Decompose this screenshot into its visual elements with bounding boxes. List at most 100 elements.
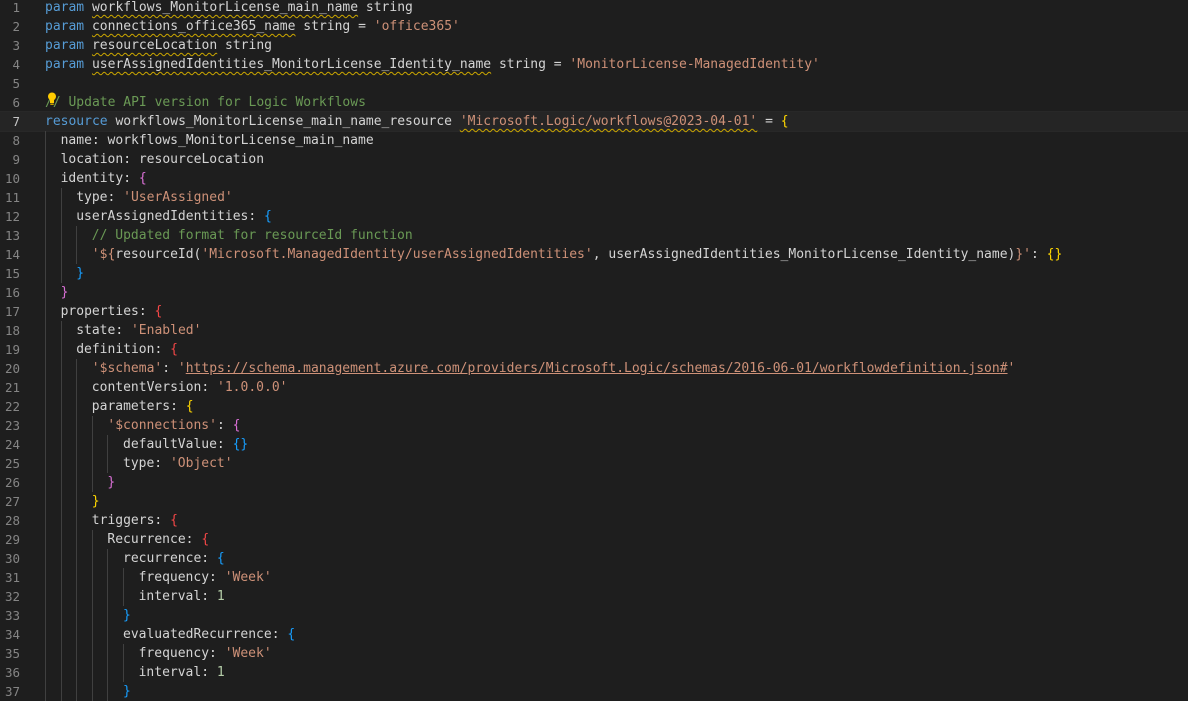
indent-guide [91, 644, 93, 663]
code-line[interactable]: 35 frequency: 'Week' [0, 644, 1188, 663]
code-token: string [358, 0, 413, 15]
code-token: 'Microsoft.Logic/workflows@2023-04-01' [459, 114, 758, 129]
code-token: } [123, 684, 131, 699]
line-number: 15 [4, 266, 20, 281]
code-text: // Updated format for resourceId functio… [92, 226, 413, 245]
code-text: recurrence: { [123, 549, 225, 568]
indent-guide [91, 549, 93, 568]
code-line[interactable]: 3 param resourceLocation string [0, 36, 1188, 55]
code-line[interactable]: 14 '${resourceId('Microsoft.ManagedIdenti… [0, 245, 1188, 264]
code-line[interactable]: 32 interval: 1 [0, 587, 1188, 606]
line-number: 8 [12, 133, 20, 148]
code-editor[interactable]: 1 param workflows_MonitorLicense_main_nam… [0, 0, 1188, 701]
line-number: 29 [4, 532, 20, 547]
code-line[interactable]: 27} [0, 492, 1188, 511]
code-line[interactable]: 5 [0, 74, 1188, 93]
indent-guide [76, 682, 78, 701]
indent-guide [60, 416, 62, 435]
code-token: interval: [138, 665, 217, 680]
code-line[interactable]: 12 userAssignedIdentities: { [0, 207, 1188, 226]
code-text: param workflows_MonitorLicense_main_name… [45, 0, 413, 17]
code-text: '${resourceId('Microsoft.ManagedIdentity… [92, 245, 1063, 264]
line-number: 25 [4, 456, 20, 471]
code-text: parameters: { [92, 397, 194, 416]
code-line[interactable]: 2 param connections_office365_name string… [0, 17, 1188, 36]
indent-guide [76, 549, 78, 568]
code-line[interactable]: 26} [0, 473, 1188, 492]
indent-guide [76, 530, 78, 549]
code-text: param userAssignedIdentities_MonitorLice… [45, 55, 820, 74]
indent-guide [45, 188, 46, 207]
indent-guide [60, 511, 62, 530]
code-line[interactable]: 37} [0, 682, 1188, 701]
code-line[interactable]: 13 // Updated format for resourceId funct… [0, 226, 1188, 245]
code-line[interactable]: 28 triggers: { [0, 511, 1188, 530]
code-text: Recurrence: { [107, 530, 209, 549]
indent-guide [91, 663, 93, 682]
line-number: 5 [12, 76, 20, 91]
indent-guide [45, 454, 46, 473]
code-line[interactable]: 31 frequency: 'Week' [0, 568, 1188, 587]
code-line[interactable]: 19 definition: { [0, 340, 1188, 359]
code-line[interactable]: 18 state: 'Enabled' [0, 321, 1188, 340]
code-line[interactable]: 11 type: 'UserAssigned' [0, 188, 1188, 207]
indent-guide [60, 321, 62, 340]
code-line[interactable]: 8 name: workflows_MonitorLicense_main_nam… [0, 131, 1188, 150]
line-number: 30 [4, 551, 20, 566]
indent-guide [60, 264, 62, 283]
line-number: 11 [4, 190, 20, 205]
code-line[interactable]: 16} [0, 283, 1188, 302]
code-line[interactable]: 23 '$connections': { [0, 416, 1188, 435]
line-number: 35 [4, 646, 20, 661]
code-token: } [60, 285, 69, 300]
code-line[interactable]: 1 param workflows_MonitorLicense_main_nam… [0, 0, 1188, 17]
code-line[interactable]: 30 recurrence: { [0, 549, 1188, 568]
indent-guide [76, 663, 78, 682]
indent-guide [45, 530, 46, 549]
indent-guide [76, 435, 78, 454]
code-token: Recurrence: [107, 532, 202, 547]
code-line[interactable]: 22 parameters: { [0, 397, 1188, 416]
code-token: } [107, 475, 116, 490]
code-token: { [138, 171, 147, 186]
code-text: } [61, 283, 69, 302]
code-line[interactable]: 20 '$schema': 'https://schema.management.… [0, 359, 1188, 378]
indent-guide [45, 131, 46, 150]
code-token: 'Object' [169, 456, 233, 471]
code-text: properties: { [61, 302, 163, 321]
code-token: , userAssignedIdentities_MonitorLicense_… [592, 247, 1016, 262]
code-line[interactable]: 25 type: 'Object' [0, 454, 1188, 473]
code-line[interactable]: 9 location: resourceLocation [0, 150, 1188, 169]
code-token: { [287, 627, 296, 642]
code-line[interactable]: 10 identity: { [0, 169, 1188, 188]
code-line[interactable]: 33} [0, 606, 1188, 625]
indent-guide [45, 359, 46, 378]
code-line[interactable]: 36 interval: 1 [0, 663, 1188, 682]
line-number: 34 [4, 627, 20, 642]
code-line[interactable]: 7 resource workflows_MonitorLicense_main_… [0, 111, 1188, 132]
code-token: param [45, 57, 85, 72]
code-line[interactable]: 34 evaluatedRecurrence: { [0, 625, 1188, 644]
code-token: resource [45, 114, 108, 129]
indent-guide [45, 568, 46, 587]
line-number: 2 [12, 19, 20, 34]
code-text: // Update API version for Logic Workflow… [45, 92, 366, 112]
code-line[interactable]: 15} [0, 264, 1188, 283]
code-token: { [780, 114, 789, 129]
code-line[interactable]: 6 // Update API version for Logic Workflo… [0, 92, 1188, 112]
code-token: { [232, 418, 241, 433]
code-token: '1.0.0.0' [217, 380, 288, 395]
code-token: identity: [60, 171, 139, 186]
indent-guide [60, 397, 62, 416]
code-token: state: [76, 323, 131, 338]
indent-guide [76, 397, 78, 416]
line-number: 31 [4, 570, 20, 585]
code-line[interactable]: 24 defaultValue: {} [0, 435, 1188, 454]
code-line[interactable]: 21 contentVersion: '1.0.0.0' [0, 378, 1188, 397]
code-line[interactable]: 17 properties: { [0, 302, 1188, 321]
code-line[interactable]: 29 Recurrence: { [0, 530, 1188, 549]
code-line[interactable]: 4 param userAssignedIdentities_MonitorLic… [0, 55, 1188, 74]
line-number: 20 [4, 361, 20, 376]
indent-guide [91, 606, 93, 625]
